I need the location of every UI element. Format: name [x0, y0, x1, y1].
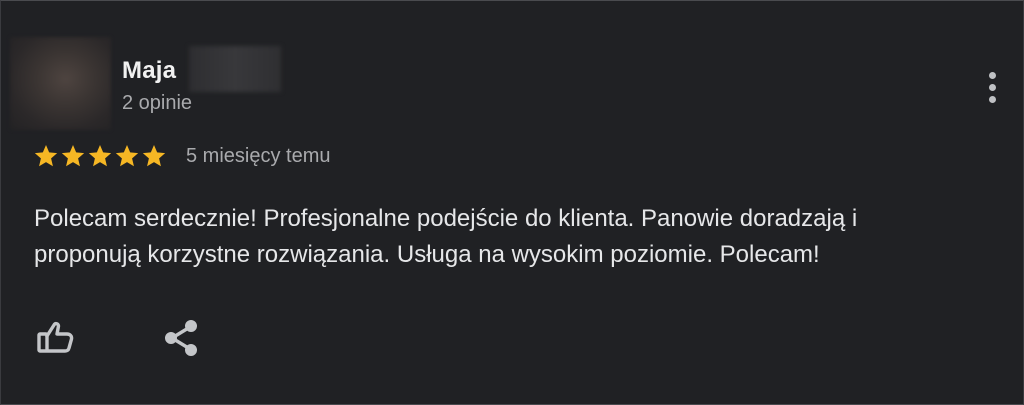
avatar[interactable] [10, 37, 111, 130]
author-review-count: 2 opinie [122, 92, 193, 114]
star-icon [115, 144, 139, 167]
more-vertical-icon-dot [988, 95, 996, 103]
star-icon [142, 144, 166, 167]
share-icon [165, 320, 197, 356]
star-rating [33, 142, 167, 170]
star-icon [88, 144, 112, 167]
review-date: 5 miesięcy temu [186, 145, 331, 167]
more-vertical-icon-dot [988, 83, 996, 91]
like-button[interactable] [31, 317, 77, 359]
more-vertical-icon [988, 71, 996, 79]
author-name[interactable]: Maja [122, 57, 176, 85]
share-button[interactable] [159, 317, 205, 359]
review-card: Maja 2 opinie 5 miesięcy temu Polecam se… [0, 0, 1024, 405]
star-icon [34, 144, 58, 167]
thumbs-up-icon [37, 321, 74, 353]
redacted-surname [189, 46, 281, 92]
star-icon [61, 144, 85, 167]
more-options-button[interactable] [977, 67, 1007, 107]
review-text: Polecam serdecznie! Profesjonalne podejś… [34, 205, 858, 268]
